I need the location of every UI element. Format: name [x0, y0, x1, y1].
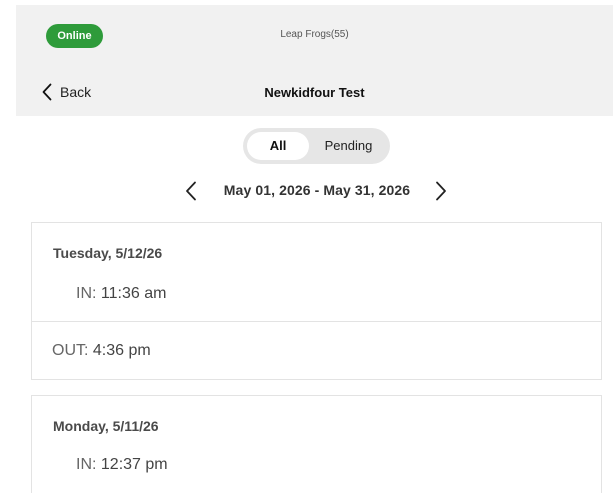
filter-pending-tab[interactable]: Pending [311, 132, 386, 160]
check-out-card[interactable]: OUT: 4:36 pm [31, 321, 602, 380]
chevron-right-icon [436, 181, 446, 201]
filter-all-tab[interactable]: All [247, 132, 309, 160]
attendance-page: Online Leap Frogs(55) Back Newkidfour Te… [0, 0, 613, 493]
check-in-entry: IN: 12:37 pm [76, 456, 168, 474]
chevron-left-icon [186, 181, 196, 201]
child-name-title: Newkidfour Test [264, 85, 365, 100]
classroom-title: Leap Frogs(55) [280, 29, 349, 40]
day-label: Tuesday, 5/12/26 [53, 245, 163, 261]
next-month-button[interactable] [435, 181, 447, 206]
check-in-time: 12:37 pm [100, 456, 168, 473]
attendance-day-card[interactable]: Monday, 5/11/26 IN: 12:37 pm [31, 395, 602, 493]
check-in-entry: IN: 11:36 am [76, 285, 166, 303]
attendance-day-card[interactable]: Tuesday, 5/12/26 IN: 11:36 am [31, 222, 602, 322]
check-in-time: 11:36 am [100, 285, 167, 302]
date-range-label: May 01, 2026 - May 31, 2026 [223, 182, 411, 198]
header-bar: Online Leap Frogs(55) Back Newkidfour Te… [16, 5, 613, 116]
day-label: Monday, 5/11/26 [53, 418, 159, 434]
check-in-label: IN: [76, 285, 97, 302]
previous-month-button[interactable] [185, 181, 197, 206]
check-in-label: IN: [76, 456, 97, 473]
check-out-entry: OUT: 4:36 pm [52, 342, 151, 360]
filter-segmented-control: All Pending [243, 128, 390, 164]
date-range-navigator: May 01, 2026 - May 31, 2026 [0, 178, 613, 204]
check-out-label: OUT: [52, 342, 89, 359]
check-out-time: 4:36 pm [92, 342, 151, 359]
